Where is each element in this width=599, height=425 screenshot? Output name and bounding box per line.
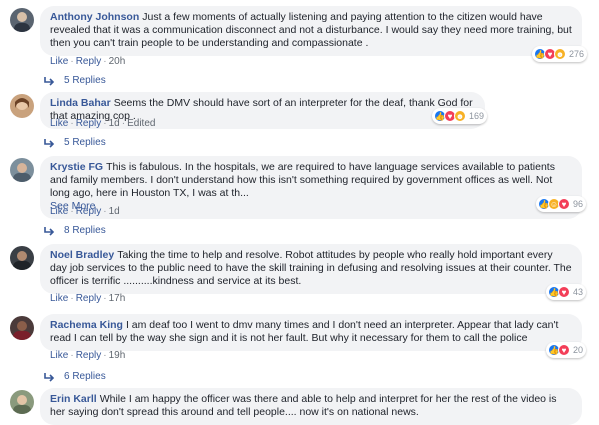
timestamp[interactable]: 17h — [109, 293, 126, 304]
reply-link[interactable]: Reply — [76, 118, 102, 129]
comment-text: Taking the time to help and resolve. Rob… — [50, 249, 572, 287]
wow-reaction-icon: ☻ — [454, 110, 466, 122]
separator: · — [103, 293, 107, 304]
reaction-count: 43 — [573, 287, 584, 297]
reactions-summary[interactable]: 👍 ♥ ☻ 276 — [532, 46, 588, 62]
separator: · — [103, 56, 107, 67]
comment-actions: Like · Reply · 1d — [50, 206, 120, 217]
see-more-link[interactable]: See More — [50, 200, 572, 213]
reply-link[interactable]: Reply — [76, 350, 102, 361]
comment-actions: Like · Reply · 1d · Edited — [50, 118, 155, 129]
view-replies-link[interactable]: 8 Replies — [44, 225, 106, 236]
avatar[interactable] — [10, 316, 34, 340]
avatar-image — [13, 163, 31, 182]
comment-bubble: Noel Bradley Taking the time to help and … — [40, 244, 582, 294]
like-link[interactable]: Like — [50, 206, 68, 217]
love-reaction-icon: ♥ — [558, 198, 570, 210]
like-link[interactable]: Like — [50, 118, 68, 129]
reply-arrow-icon — [44, 138, 55, 148]
comment-author[interactable]: Krystie FG — [50, 161, 103, 173]
reply-link[interactable]: Reply — [76, 56, 102, 67]
replies-count: 6 Replies — [64, 371, 106, 382]
comment-bubble: Erin Karll While I am happy the officer w… — [40, 388, 582, 425]
reactions-summary[interactable]: 👍 ☺ ♥ 96 — [536, 196, 587, 212]
replies-count: 8 Replies — [64, 225, 106, 236]
avatar[interactable] — [10, 246, 34, 270]
reaction-count: 276 — [569, 49, 585, 59]
comment-item: Linda Bahar Seems the DMV should have sor… — [0, 92, 599, 152]
avatar-image — [13, 251, 31, 270]
like-link[interactable]: Like — [50, 293, 68, 304]
reply-arrow-icon — [44, 372, 55, 382]
comment-author[interactable]: Noel Bradley — [50, 249, 114, 261]
comment-bubble: Krystie FG This is fabulous. In the hospi… — [40, 156, 582, 219]
comment-text: This is fabulous. In the hospitals, we a… — [50, 161, 555, 199]
reactions-summary[interactable]: 👍 ♥ ☻ 169 — [432, 108, 488, 124]
comment-author[interactable]: Linda Bahar — [50, 97, 111, 109]
separator: · — [103, 350, 107, 361]
separator: · — [70, 206, 74, 217]
separator: · — [70, 350, 74, 361]
avatar[interactable] — [10, 390, 34, 414]
timestamp[interactable]: 20h — [109, 56, 126, 67]
comment-author[interactable]: Erin Karll — [50, 393, 97, 405]
avatar[interactable] — [10, 158, 34, 182]
like-link[interactable]: Like — [50, 56, 68, 67]
timestamp[interactable]: 19h — [109, 350, 126, 361]
avatar[interactable] — [10, 94, 34, 118]
comment-item: Erin Karll While I am happy the officer w… — [0, 388, 599, 425]
comment-actions: Like · Reply · 17h — [50, 293, 125, 304]
comment-author[interactable]: Rachema King — [50, 319, 123, 331]
timestamp[interactable]: 1d — [109, 206, 120, 217]
like-link[interactable]: Like — [50, 350, 68, 361]
avatar-image — [13, 395, 31, 414]
separator: · — [70, 293, 74, 304]
reply-link[interactable]: Reply — [76, 206, 102, 217]
comment-item: Anthony Johnson Just a few moments of act… — [0, 6, 599, 86]
view-replies-link[interactable]: 5 Replies — [44, 75, 106, 86]
reply-arrow-icon — [44, 76, 55, 86]
replies-count: 5 Replies — [64, 137, 106, 148]
sad-reaction-icon: ☻ — [554, 48, 566, 60]
avatar-image — [15, 98, 29, 110]
avatar-image — [13, 321, 31, 340]
comment-item: Rachema King I am deaf too I went to dmv … — [0, 314, 599, 386]
separator: · — [70, 56, 74, 67]
timestamp[interactable]: 1d — [109, 118, 120, 129]
reaction-count: 20 — [573, 345, 584, 355]
reactions-summary[interactable]: 👍 ♥ 43 — [546, 284, 587, 300]
separator: · — [121, 118, 126, 129]
comment-bubble: Rachema King I am deaf too I went to dmv … — [40, 314, 582, 351]
edited-label[interactable]: Edited — [127, 118, 155, 129]
love-reaction-icon: ♥ — [558, 286, 570, 298]
reaction-count: 169 — [469, 111, 485, 121]
comment-actions: Like · Reply · 19h — [50, 350, 125, 361]
replies-count: 5 Replies — [64, 75, 106, 86]
reaction-count: 96 — [573, 199, 584, 209]
reply-arrow-icon — [44, 226, 55, 236]
comment-item: Noel Bradley Taking the time to help and … — [0, 244, 599, 306]
reply-link[interactable]: Reply — [76, 293, 102, 304]
comment-author[interactable]: Anthony Johnson — [50, 11, 139, 23]
reactions-summary[interactable]: 👍 ♥ 20 — [546, 342, 587, 358]
avatar[interactable] — [10, 8, 34, 32]
comment-actions: Like · Reply · 20h — [50, 56, 125, 67]
comment-item: Krystie FG This is fabulous. In the hospi… — [0, 156, 599, 240]
comment-text: I am deaf too I went to dmv many times a… — [50, 319, 559, 344]
separator: · — [70, 118, 74, 129]
separator: · — [103, 206, 107, 217]
avatar-image — [14, 12, 30, 32]
view-replies-link[interactable]: 5 Replies — [44, 137, 106, 148]
love-reaction-icon: ♥ — [558, 344, 570, 356]
comment-bubble: Anthony Johnson Just a few moments of act… — [40, 6, 582, 56]
view-replies-link[interactable]: 6 Replies — [44, 371, 106, 382]
separator: · — [103, 118, 107, 129]
comment-text: While I am happy the officer was there a… — [50, 393, 557, 418]
